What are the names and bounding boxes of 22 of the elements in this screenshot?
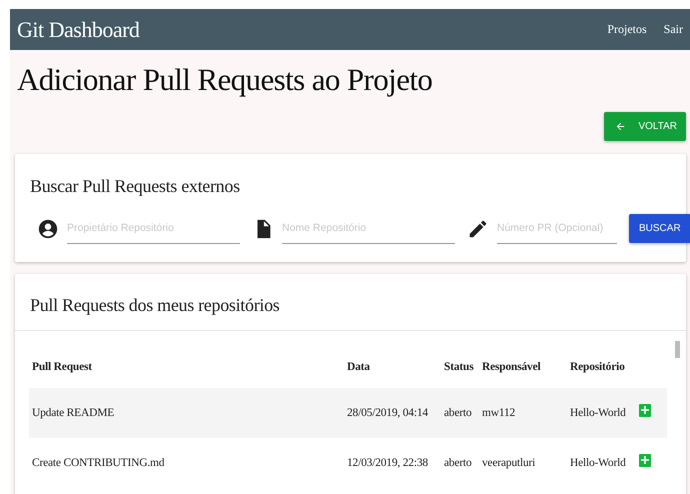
column-header: Status <box>444 361 474 373</box>
page-title: Adicionar Pull Requests ao Projeto <box>17 62 434 98</box>
nav-link[interactable]: Sair <box>664 22 683 37</box>
table-cell-text: aberto <box>444 457 473 469</box>
column-header: Repositório <box>570 361 626 373</box>
table-cell-text: 12/03/2019, 22:38 <box>347 457 429 469</box>
card-title: Buscar Pull Requests externos <box>29 175 241 197</box>
table-cell-text: Update README <box>31 407 116 419</box>
app-title: Git Dashboard <box>17 16 140 42</box>
column-header: Responsável <box>482 361 542 373</box>
table-cell-text: veeraputluri <box>482 457 536 469</box>
table-cell-text: 28/05/2019, 04:14 <box>347 407 429 419</box>
nav-link[interactable]: Projetos <box>607 22 647 37</box>
column-header: Data <box>347 361 371 373</box>
table-cell-text: aberto <box>444 407 473 419</box>
table-cell-text: mw112 <box>482 407 516 419</box>
table-cell-text: Hello-World <box>570 457 627 469</box>
column-header: Pull Request <box>31 361 93 373</box>
search-button[interactable]: BUSCAR <box>629 214 690 243</box>
table-cell-text: Create CONTRIBUTING.md <box>31 457 166 469</box>
card-title: Pull Requests dos meus repositórios <box>30 295 280 316</box>
table-cell-text: Hello-World <box>570 407 627 419</box>
